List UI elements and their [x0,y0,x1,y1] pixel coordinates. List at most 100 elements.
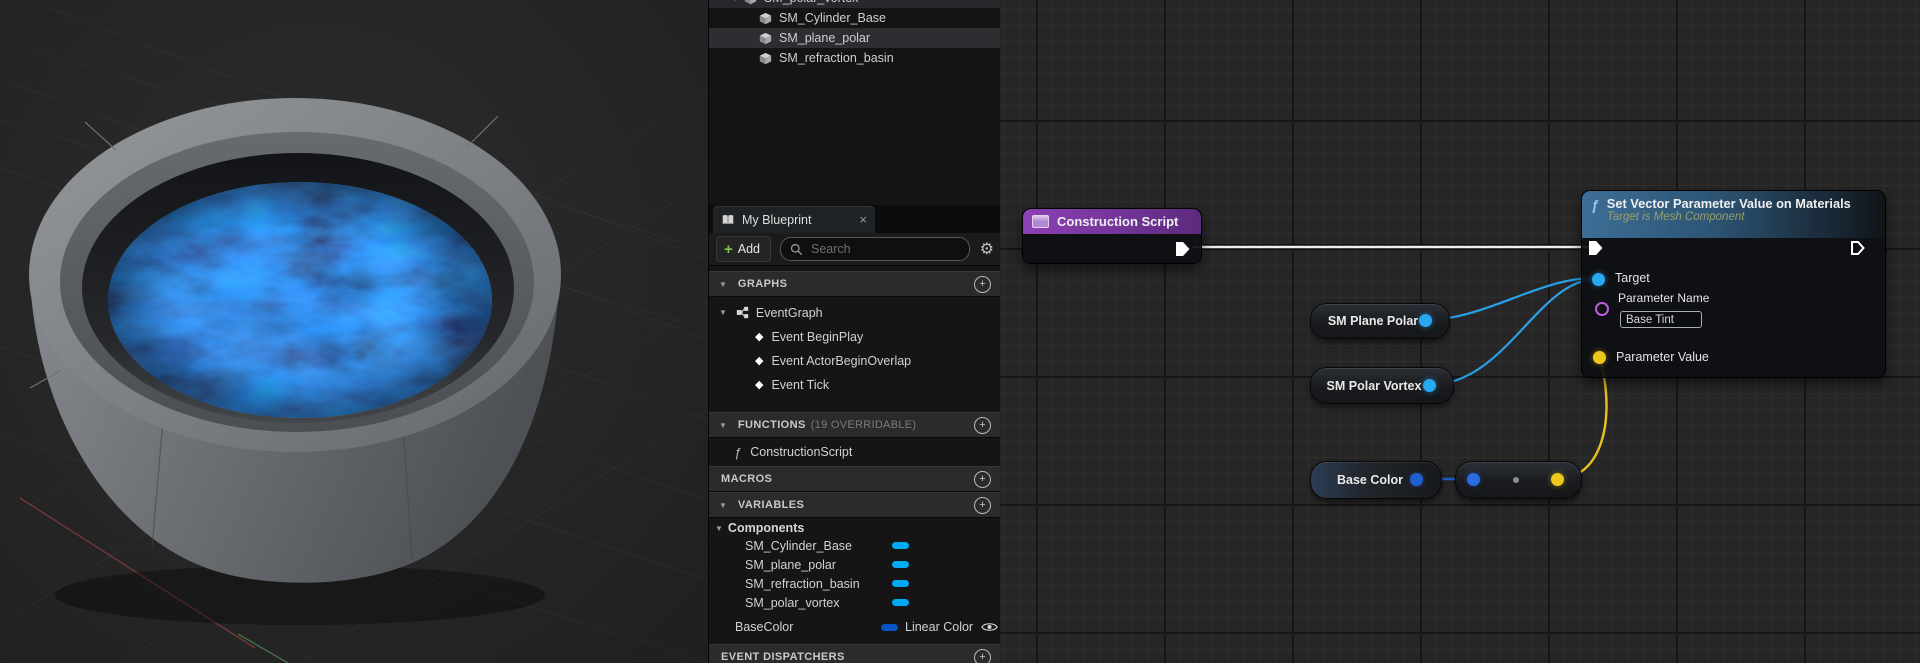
event-beginplay-item[interactable]: ◆ Event BeginPlay [709,325,1001,348]
section-header-event-dispatchers[interactable]: EVENT DISPATCHERS + [709,644,1001,663]
output-pin[interactable] [1410,473,1423,486]
panel-toolbar: + Add ⚙ [709,233,1001,266]
variable-row[interactable]: SM_Cylinder_Base [709,536,1001,555]
tree-item-label: SM_polar_vortex [764,0,859,5]
overridable-note: (19 OVERRIDABLE) [810,419,917,431]
variable-row[interactable]: SM_plane_polar [709,555,1001,574]
eventgraph-label: EventGraph [755,305,823,320]
color-to-vector-conversion-node[interactable] [1455,461,1582,499]
target-wire-polar-vortex[interactable] [1428,277,1595,387]
settings-gear-icon[interactable]: ⚙ [980,239,994,259]
blueprint-book-icon [721,213,735,227]
variable-type-label: Linear Color [905,620,974,634]
target-wire-plane-polar[interactable] [1423,276,1595,322]
target-pin[interactable] [1592,273,1605,286]
getter-sm-plane-polar[interactable]: SM Plane Polar [1310,303,1450,339]
tab-my-blueprint[interactable]: My Blueprint × [713,206,875,233]
add-macro-button[interactable]: + [974,470,991,488]
tree-item-label: SM_Cylinder_Base [779,11,886,25]
getter-sm-polar-vortex[interactable]: SM Polar Vortex [1310,367,1454,404]
section-header-graphs[interactable]: ▼ GRAPHS + [709,271,1001,297]
target-pin-label: Target [1615,271,1650,285]
components-category[interactable]: ▼ Components [709,518,1001,538]
static-mesh-icon [759,12,772,25]
basin-3d-render [29,98,561,625]
parameter-name-label: Parameter Name [1618,291,1710,305]
category-label: Components [727,521,805,535]
variable-label: BaseColor [735,620,794,634]
basecolor-variable-row[interactable]: BaseColor Linear Color [709,617,1001,637]
add-button[interactable]: + Add [716,236,772,262]
search-box[interactable] [780,237,970,261]
advanced-display-dot-icon [1513,477,1519,483]
variable-label: SM_plane_polar [745,557,837,572]
construction-script-icon [1032,215,1049,228]
output-pin[interactable] [1423,379,1436,392]
parameter-name-input[interactable] [1620,311,1702,328]
getter-base-color[interactable]: Base Color [1310,461,1442,499]
add-variable-button[interactable]: + [974,496,991,514]
event-tick-item[interactable]: ◆ Event Tick [709,373,1001,396]
variable-label: SM_Cylinder_Base [745,538,852,553]
plus-icon: + [724,240,733,258]
tree-item-sm-plane-polar[interactable]: SM_plane_polar [709,28,1001,48]
section-header-functions[interactable]: ▼ FUNCTIONS (19 OVERRIDABLE) + [709,412,1001,438]
exec-out-pin[interactable] [1175,241,1191,257]
tree-item-sm-refraction-basin[interactable]: SM_refraction_basin [709,48,1001,68]
eventgraph-item[interactable]: ▼ EventGraph [709,301,1001,324]
set-vector-parameter-node[interactable]: ƒ Set Vector Parameter Value on Material… [1581,190,1886,378]
staticmesh-pin-pill [892,561,909,568]
output-pin[interactable] [1419,314,1432,327]
caret-down-icon: ▼ [715,523,723,533]
input-pin[interactable] [1467,473,1480,486]
tree-item-label: SM_plane_polar [779,31,871,45]
tab-strip: My Blueprint × [709,205,1001,233]
variable-row[interactable]: SM_refraction_basin [709,574,1001,593]
viewport-3d[interactable] [0,0,708,663]
exec-out-pin[interactable] [1850,240,1866,256]
static-mesh-icon [759,32,772,45]
constructionscript-item[interactable]: ƒ ConstructionScript [709,441,1001,463]
parameter-value-pin[interactable] [1593,351,1606,364]
output-pin[interactable] [1551,473,1564,486]
event-label: Event BeginPlay [771,329,864,344]
visibility-eye-icon[interactable] [981,621,998,633]
tab-title: My Blueprint [742,212,812,227]
search-input[interactable] [809,241,960,257]
caret-down-icon: ▼ [719,279,727,289]
section-header-variables[interactable]: ▼ VARIABLES + [709,492,1001,518]
exec-in-pin[interactable] [1588,240,1604,256]
parameter-value-label: Parameter Value [1616,350,1709,364]
add-dispatcher-button[interactable]: + [974,648,991,663]
search-icon [790,243,803,256]
close-icon[interactable]: × [859,212,867,227]
section-label: GRAPHS [737,278,788,290]
add-function-button[interactable]: + [974,416,991,434]
staticmesh-pin-pill [892,599,909,606]
function-icon: ƒ [734,444,742,460]
static-mesh-icon [759,52,772,65]
construction-script-node[interactable]: Construction Script [1022,208,1202,264]
node-title: Set Vector Parameter Value on Materials [1606,196,1851,211]
add-graph-button[interactable]: + [974,275,991,293]
my-blueprint-panel: My Blueprint × + Add ⚙ ▼ GRAPHS + ▼ [708,205,1001,663]
linearcolor-pin-pill [881,623,898,631]
section-label: MACROS [721,473,773,485]
section-header-macros[interactable]: MACROS + [709,466,1001,492]
blueprint-graph-canvas[interactable]: Construction Script ƒ Set Vector Paramet… [1000,0,1920,663]
node-subtitle: Target is Mesh Component [1606,211,1745,223]
node-title: Construction Script [1057,214,1179,229]
event-label: Event Tick [771,377,830,392]
components-tree-panel: ▼ SM_polar_vortex SM_Cylinder_Base SM_pl… [708,0,1001,205]
tree-item-sm-cylinder-base[interactable]: SM_Cylinder_Base [709,8,1001,28]
event-actorbeginoverlap-item[interactable]: ◆ Event ActorBeginOverlap [709,349,1001,372]
static-mesh-icon [744,0,757,5]
event-diamond-icon: ◆ [755,355,764,367]
unreal-blueprint-editor: ▼ SM_polar_vortex SM_Cylinder_Base SM_pl… [0,0,1920,663]
parameter-name-pin[interactable] [1595,302,1609,316]
caret-down-icon: ▼ [719,420,727,430]
event-label: Event ActorBeginOverlap [771,353,912,368]
tree-item-sm-polar-vortex[interactable]: ▼ SM_polar_vortex [709,0,1001,8]
expander-icon[interactable]: ▼ [731,0,739,3]
variable-row[interactable]: SM_polar_vortex [709,593,1001,612]
